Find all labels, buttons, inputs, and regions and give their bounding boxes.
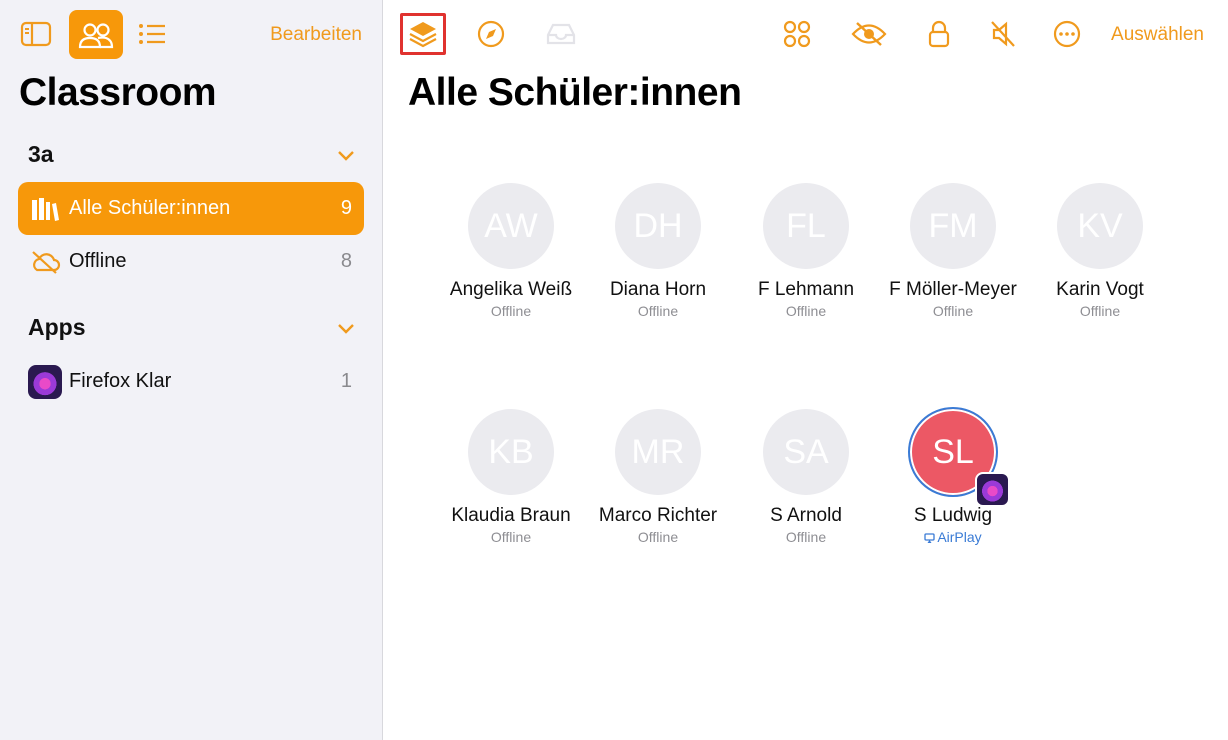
- sidebar-item-firefox-klar[interactable]: Firefox Klar 1: [18, 355, 364, 408]
- student-tile[interactable]: KV Karin Vogt Offline: [1025, 183, 1175, 319]
- student-tile[interactable]: AW Angelika Weiß Offline: [436, 183, 586, 319]
- sidebar-item-alle-schueler[interactable]: Alle Schüler:innen 9: [18, 182, 364, 235]
- list-icon[interactable]: [132, 14, 172, 54]
- student-status: Offline: [932, 303, 974, 319]
- avatar: MR: [615, 409, 701, 495]
- student-tile[interactable]: KB Klaudia Braun Offline: [436, 409, 586, 545]
- avatar: KB: [468, 409, 554, 495]
- apps-grid-icon[interactable]: [774, 13, 820, 55]
- student-tile[interactable]: FM F Möller-Meyer Offline: [878, 183, 1028, 319]
- student-name: Diana Horn: [609, 279, 707, 300]
- student-tile[interactable]: MR Marco Richter Offline: [583, 409, 733, 545]
- student-status: Offline: [785, 303, 827, 319]
- student-status: Offline: [785, 529, 827, 545]
- student-tile[interactable]: DH Diana Horn Offline: [583, 183, 733, 319]
- speaker-mute-icon[interactable]: [980, 13, 1026, 55]
- avatar: DH: [615, 183, 701, 269]
- avatar-initials: SL: [932, 432, 974, 471]
- group-header-apps[interactable]: Apps: [28, 314, 86, 341]
- books-icon: [28, 192, 62, 226]
- sidebar-item-label: Firefox Klar: [69, 370, 172, 392]
- student-status: AirPlay: [878, 529, 1028, 545]
- avatar: AW: [468, 183, 554, 269]
- student-name: F Möller-Meyer: [889, 279, 1017, 300]
- avatar: SA: [763, 409, 849, 495]
- student-tile[interactable]: SL S Ludwig AirPlay: [878, 407, 1028, 545]
- more-icon[interactable]: [1044, 13, 1090, 55]
- page-title: Alle Schüler:innen: [408, 71, 742, 114]
- firefox-klar-icon: [28, 364, 62, 399]
- student-tile[interactable]: FL F Lehmann Offline: [731, 183, 881, 319]
- sidebar-item-count: 9: [340, 197, 352, 219]
- main-content: Auswählen Alle Schüler:innen AW Angelika…: [384, 0, 1228, 740]
- student-name: Marco Richter: [598, 505, 718, 526]
- student-tile[interactable]: SA S Arnold Offline: [731, 409, 881, 545]
- people-icon[interactable]: [69, 10, 123, 59]
- chevron-down-icon[interactable]: [336, 322, 356, 336]
- student-status: Offline: [637, 303, 679, 319]
- student-status: Offline: [490, 303, 532, 319]
- select-button[interactable]: Auswählen: [1111, 24, 1204, 46]
- student-name: S Arnold: [770, 505, 842, 526]
- student-status: Offline: [637, 529, 679, 545]
- student-name: Angelika Weiß: [449, 279, 573, 300]
- student-name: Klaudia Braun: [451, 505, 571, 526]
- compass-icon[interactable]: [468, 13, 514, 55]
- sidebar-item-offline[interactable]: Offline 8: [18, 235, 364, 288]
- sidebar-toggle-icon[interactable]: [16, 14, 56, 54]
- group-header-3a[interactable]: 3a: [28, 141, 54, 168]
- avatar: KV: [1057, 183, 1143, 269]
- edit-button[interactable]: Bearbeiten: [270, 24, 362, 46]
- student-name: S Ludwig: [913, 505, 993, 526]
- tray-icon: [538, 13, 584, 55]
- layers-icon[interactable]: [400, 13, 446, 55]
- airplay-icon: [924, 533, 935, 544]
- lock-icon[interactable]: [916, 13, 962, 55]
- sidebar-item-count: 1: [340, 370, 352, 392]
- eye-slash-icon[interactable]: [846, 13, 892, 55]
- student-name: Karin Vogt: [1056, 279, 1144, 300]
- student-name: F Lehmann: [757, 279, 855, 300]
- student-status: Offline: [490, 529, 532, 545]
- sidebar-item-label: Alle Schüler:innen: [69, 197, 231, 219]
- airplay-label: AirPlay: [937, 529, 982, 545]
- cloud-offline-icon: [28, 245, 62, 279]
- sidebar: Bearbeiten Classroom 3a Alle Schüler:inn…: [0, 0, 383, 740]
- sidebar-item-count: 8: [340, 250, 352, 272]
- avatar: FM: [910, 183, 996, 269]
- firefox-klar-icon: [975, 472, 1010, 507]
- sidebar-title: Classroom: [19, 71, 217, 114]
- sidebar-item-label: Offline: [69, 250, 127, 272]
- classroom-app: Bearbeiten Classroom 3a Alle Schüler:inn…: [0, 0, 1228, 740]
- avatar: FL: [763, 183, 849, 269]
- avatar: SL: [908, 407, 1010, 507]
- chevron-down-icon[interactable]: [336, 149, 356, 163]
- student-status: Offline: [1079, 303, 1121, 319]
